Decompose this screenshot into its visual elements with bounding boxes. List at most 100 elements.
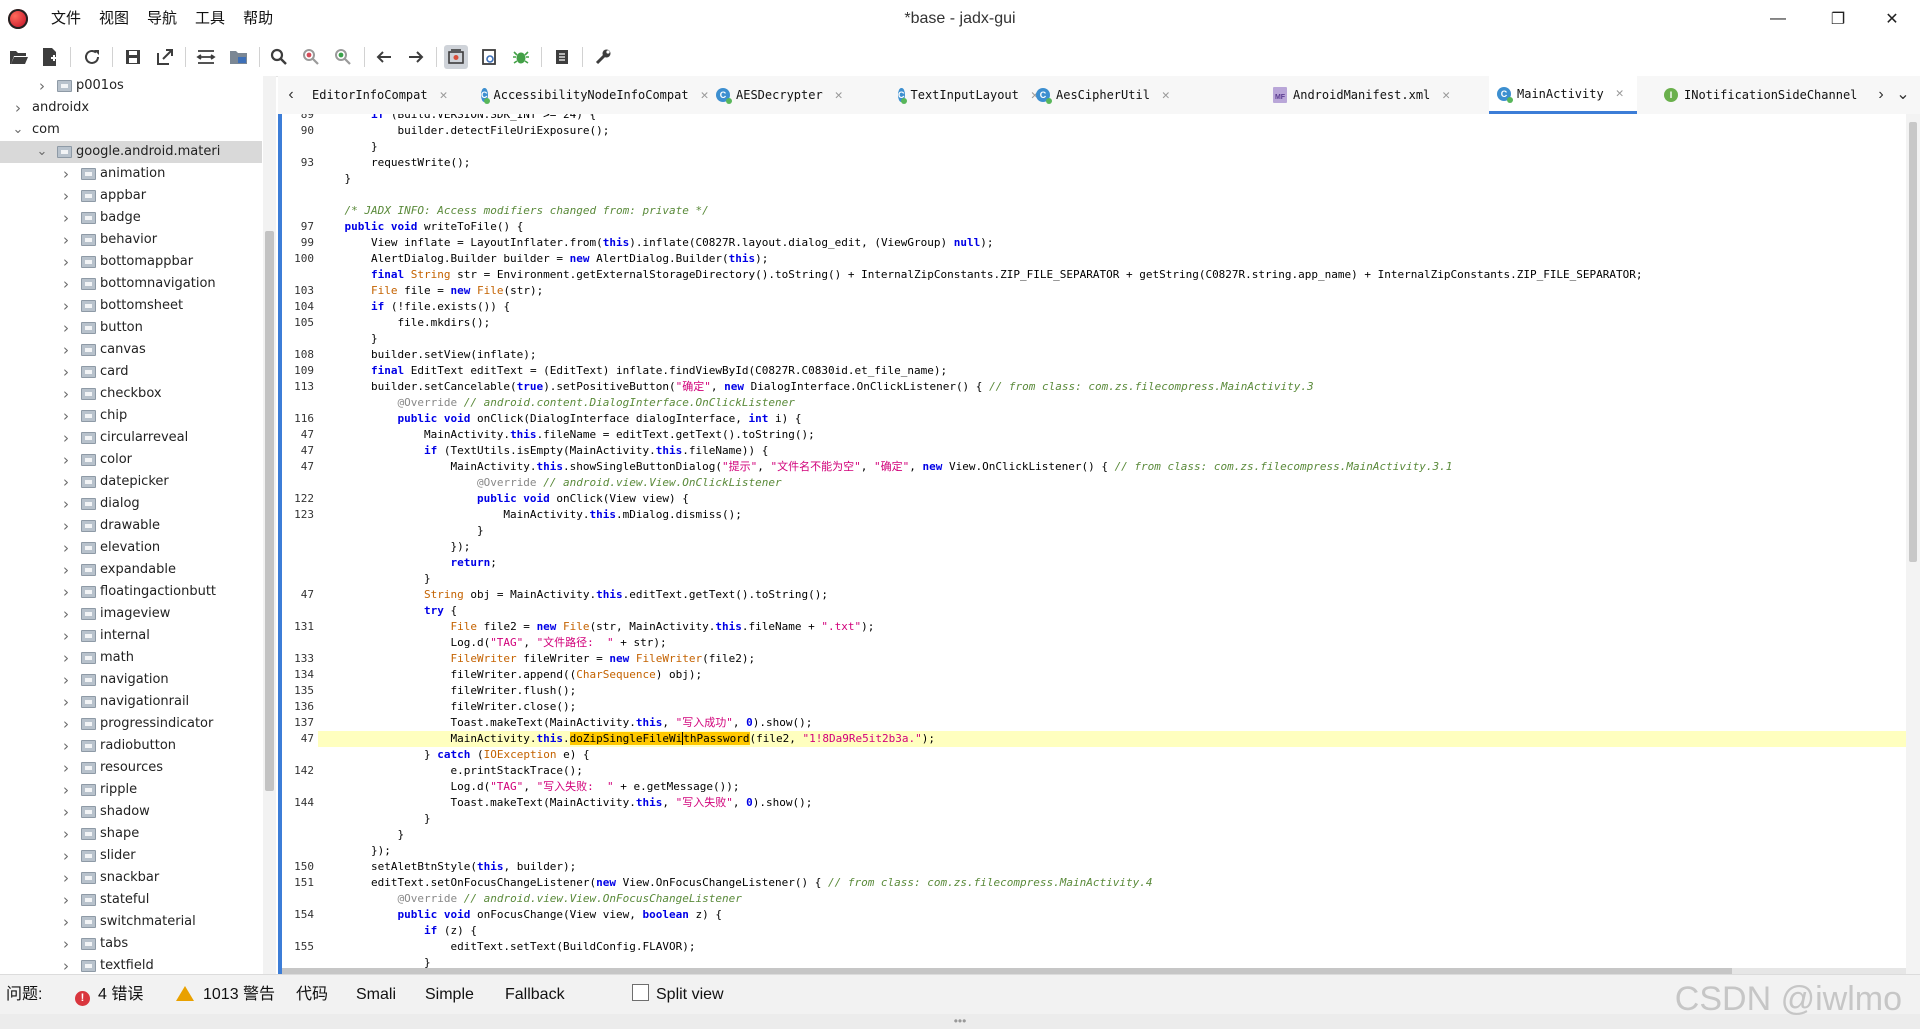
preferences-icon[interactable] [591,45,615,69]
tree-item[interactable]: › tabs [0,933,262,955]
tree-item[interactable]: › stateful [0,889,262,911]
tree-item[interactable]: › appbar [0,185,262,207]
chevron-right-icon[interactable]: › [60,383,72,405]
export-icon[interactable] [153,45,177,69]
tree-item[interactable]: ⌄ google.android.materi [0,141,262,163]
chevron-right-icon[interactable]: › [60,647,72,669]
code-scrollbar-thumb[interactable] [1909,122,1917,562]
code-line[interactable]: builder.setView(inflate); [318,347,537,363]
find-class-icon[interactable] [299,45,323,69]
tree-item[interactable]: › ripple [0,779,262,801]
code-line[interactable]: public void onClick(View view) { [318,491,689,507]
chevron-right-icon[interactable]: › [60,889,72,911]
chevron-right-icon[interactable]: › [60,273,72,295]
code-line[interactable]: View inflate = LayoutInflater.from(this)… [318,235,994,251]
chevron-right-icon[interactable]: › [60,757,72,779]
maximize-button[interactable]: ❐ [1812,0,1864,38]
tree-item[interactable]: › navigationrail [0,691,262,713]
tree-item[interactable]: › bottomnavigation [0,273,262,295]
code-line[interactable]: @Override // android.view.View.OnClickLi… [318,475,782,491]
code-line[interactable]: } [318,827,404,843]
chevron-right-icon[interactable]: › [60,207,72,229]
code-line[interactable]: FileWriter fileWriter = new FileWriter(f… [318,651,755,667]
chevron-right-icon[interactable]: › [60,471,72,493]
tree-item[interactable]: › card [0,361,262,383]
save-all-icon[interactable] [121,45,145,69]
flatten-packages-icon[interactable] [227,45,251,69]
warnings-indicator[interactable]: 1013 警告 [176,975,275,1015]
search-icon[interactable] [267,45,291,69]
tree-item[interactable]: › resources [0,757,262,779]
back-icon[interactable] [372,45,396,69]
tree-item[interactable]: › animation [0,163,262,185]
tab-mainactivity[interactable]: C MainActivity ✕ [1489,76,1637,114]
code-line[interactable]: Log.d("TAG", "文件路径: " + str); [318,635,666,651]
tree-item[interactable]: › p001os [0,76,262,97]
code-line[interactable]: } [318,331,378,347]
chevron-right-icon[interactable]: › [60,581,72,603]
code-editor[interactable]: 89 if (Build.VERSION.SDK_INT >= 24) {90 … [278,114,1906,974]
highlighted-code-line[interactable]: MainActivity.this.doZipSingleFileWithPas… [318,731,1906,747]
chevron-right-icon[interactable]: › [60,163,72,185]
chevron-right-icon[interactable]: › [12,97,24,119]
tab-close-icon[interactable]: ✕ [1162,88,1170,103]
resize-grip-icon[interactable]: ••• [948,1014,972,1029]
chevron-right-icon[interactable]: › [60,229,72,251]
code-line[interactable]: String obj = MainActivity.this.editText.… [318,587,828,603]
chevron-right-icon[interactable]: › [60,559,72,581]
tab-androidmanifest-xml[interactable]: MF AndroidManifest.xml ✕ [1265,76,1481,114]
code-line[interactable]: requestWrite(); [318,155,470,171]
code-line[interactable]: } [318,171,351,187]
reload-icon[interactable] [80,45,104,69]
chevron-down-icon[interactable]: ⌄ [12,119,24,141]
tree-item[interactable]: › navigation [0,669,262,691]
chevron-right-icon[interactable]: › [60,295,72,317]
chevron-right-icon[interactable]: › [60,779,72,801]
tree-item[interactable]: › floatingactionbutt [0,581,262,603]
code-line[interactable]: MainActivity.this.fileName = editText.ge… [318,427,815,443]
tab-simple[interactable]: Simple [425,975,474,1015]
chevron-right-icon[interactable]: › [60,845,72,867]
tab-aesdecrypter[interactable]: C AESDecrypter ✕ [708,76,882,114]
code-line[interactable]: MainActivity.this.mDialog.dismiss(); [318,507,741,523]
chevron-right-icon[interactable]: › [60,625,72,647]
code-line[interactable]: return; [318,555,496,571]
code-line[interactable]: if (Build.VERSION.SDK_INT >= 24) { [318,114,596,123]
code-line[interactable]: @Override // android.content.DialogInter… [318,395,794,411]
tab-inotificationsidechannel[interactable]: I INotificationSideChannel [1656,76,1886,114]
code-line[interactable]: AlertDialog.Builder builder = new AlertD… [318,251,768,267]
tree-item[interactable]: ⌄ com [0,119,262,141]
code-line[interactable]: try { [318,603,457,619]
code-line[interactable]: @Override // android.view.View.OnFocusCh… [318,891,741,907]
chevron-right-icon[interactable]: › [60,867,72,889]
code-line[interactable]: } [318,523,484,539]
tree-item[interactable]: › internal [0,625,262,647]
debugger-icon[interactable] [509,45,533,69]
tree-item[interactable]: › button [0,317,262,339]
find-usage-icon[interactable] [331,45,355,69]
code-line[interactable]: editText.setText(BuildConfig.FLAVOR); [318,939,695,955]
quark-icon[interactable] [477,45,501,69]
deobfuscation-icon[interactable] [444,45,468,69]
tree-item[interactable]: › radiobutton [0,735,262,757]
tree-item[interactable]: › snackbar [0,867,262,889]
tree-item[interactable]: › dialog [0,493,262,515]
tab-editorinfocompat[interactable]: EditorInfoCompat ✕ [304,76,464,114]
tab-smali[interactable]: Smali [356,975,396,1015]
chevron-right-icon[interactable]: › [60,361,72,383]
chevron-right-icon[interactable]: › [60,603,72,625]
errors-indicator[interactable]: ! 4 错误 [75,975,143,1015]
chevron-right-icon[interactable]: › [60,735,72,757]
code-line[interactable]: }); [318,843,391,859]
code-line[interactable]: public void onClick(DialogInterface dial… [318,411,801,427]
code-line[interactable]: File file2 = new File(str, MainActivity.… [318,619,874,635]
chevron-right-icon[interactable]: › [60,955,72,974]
menu-help[interactable]: 帮助 [234,0,282,38]
code-line[interactable]: public void onFocusChange(View view, boo… [318,907,722,923]
tab-close-icon[interactable]: ✕ [1616,86,1624,101]
code-line[interactable]: file.mkdirs(); [318,315,490,331]
chevron-right-icon[interactable]: › [60,933,72,955]
chevron-right-icon[interactable]: › [60,493,72,515]
menu-tools[interactable]: 工具 [186,0,234,38]
chevron-right-icon[interactable]: › [60,251,72,273]
